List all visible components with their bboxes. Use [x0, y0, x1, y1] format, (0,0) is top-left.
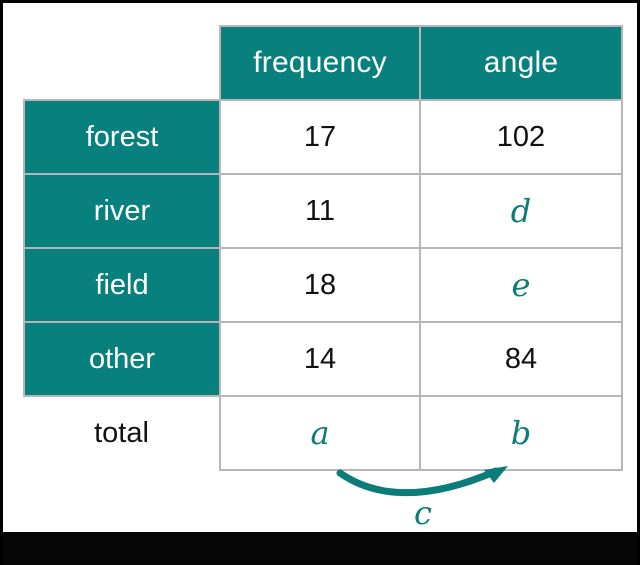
- bottom-black-band: [3, 532, 637, 565]
- row-label-total: total: [94, 417, 149, 449]
- table-corner-cell: [24, 26, 220, 100]
- table-row: river 11 d: [23, 173, 623, 249]
- cell-forest-frequency: 17: [219, 99, 421, 175]
- cell-field-frequency: 18: [219, 247, 421, 323]
- cell-forest-angle: 102: [419, 99, 623, 175]
- cell-other-frequency: 14: [219, 321, 421, 397]
- cell-total-frequency-variable: a: [219, 395, 421, 471]
- cell-river-angle-variable: d: [419, 173, 623, 249]
- row-label-river: river: [23, 173, 221, 249]
- cell-river-frequency: 11: [219, 173, 421, 249]
- cell-other-angle: 84: [419, 321, 623, 397]
- row-label-forest: forest: [23, 99, 221, 175]
- table-row: field 18 e: [23, 247, 623, 323]
- table-row-total: total a b: [24, 395, 623, 471]
- cell-total-angle-variable: b: [419, 395, 623, 471]
- table-container: frequency angle forest 17 102 river 11 d…: [3, 3, 637, 536]
- table-header-row: frequency angle: [24, 25, 623, 101]
- cell-field-angle-variable: e: [419, 247, 623, 323]
- row-label-other: other: [23, 321, 221, 397]
- column-header-frequency: frequency: [219, 25, 421, 101]
- row-label-field: field: [23, 247, 221, 323]
- column-header-angle: angle: [419, 25, 623, 101]
- frequency-angle-table: frequency angle forest 17 102 river 11 d…: [23, 25, 623, 471]
- table-row: forest 17 102: [23, 99, 623, 175]
- page-frame: frequency angle forest 17 102 river 11 d…: [0, 0, 640, 565]
- table-row: other 14 84: [23, 321, 623, 397]
- arrow-label-c: c: [414, 494, 432, 532]
